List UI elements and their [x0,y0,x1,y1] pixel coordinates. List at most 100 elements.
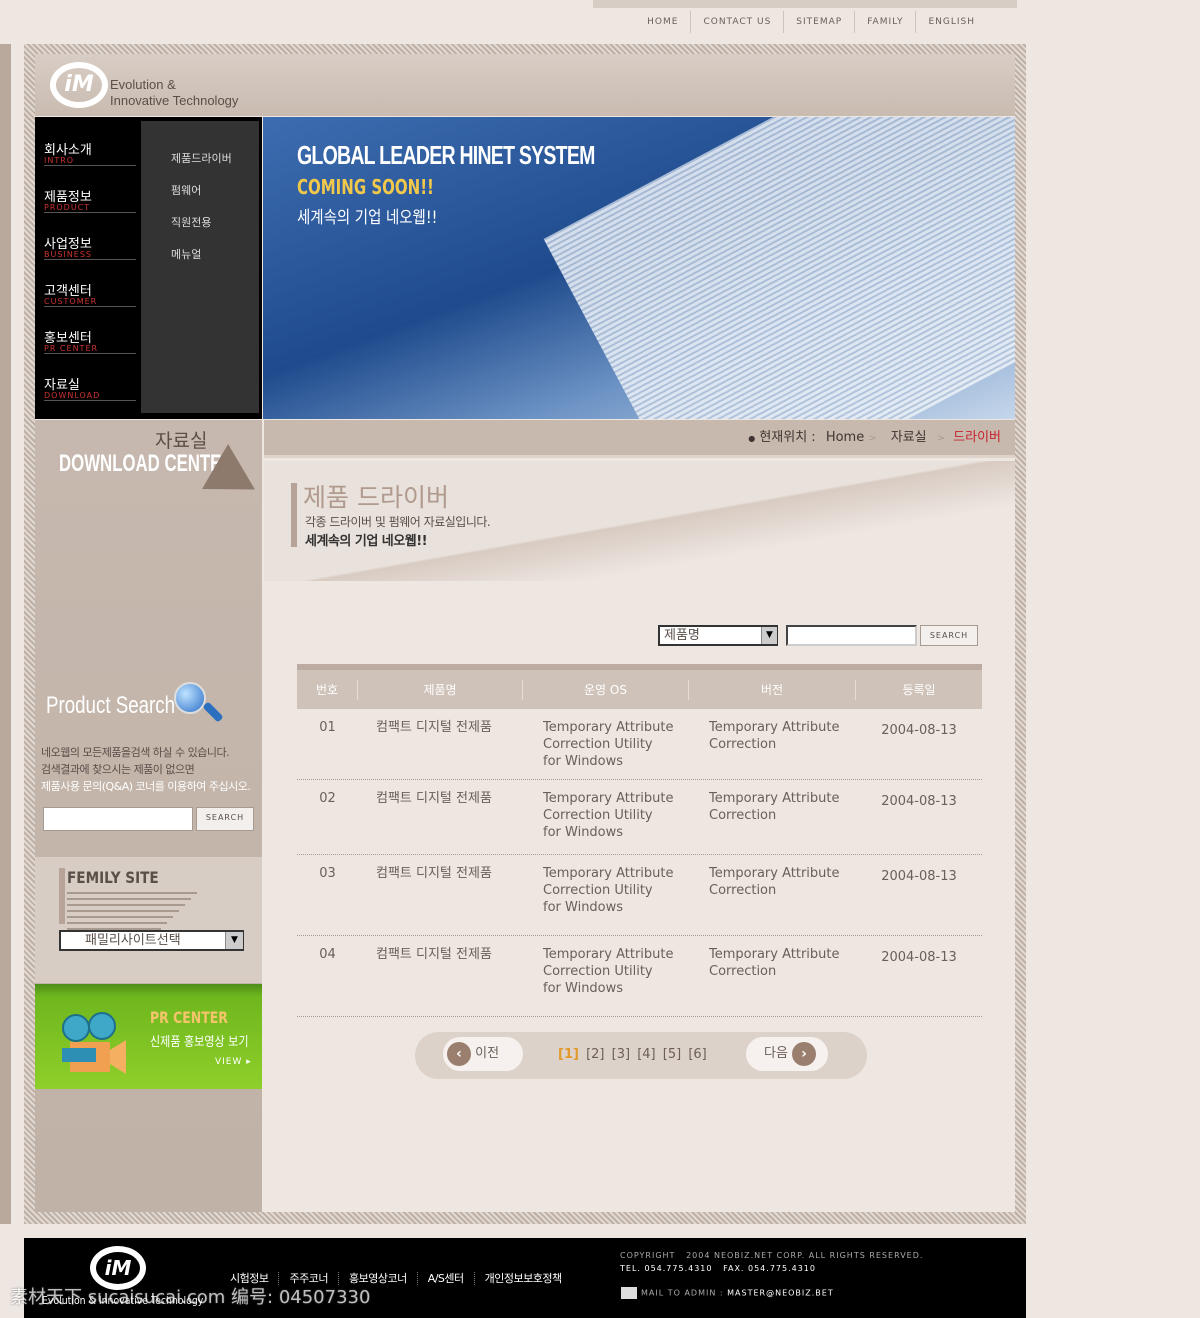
copyright-text: COPYRIGHT 2004 NEOBIZ.NET CORP. ALL RIGH… [620,1251,924,1260]
nav-item[interactable]: 고객센터 CUSTOMER [44,280,136,307]
nav-item[interactable]: 제품정보 PRODUCT [44,186,136,213]
play-icon: ▸ [246,1057,252,1067]
top-nav-sitemap[interactable]: SITEMAP [783,11,854,33]
version-line: Temporary Attribute [709,791,840,806]
cell-name[interactable]: 컴팩트 디지털 전제품 [358,790,523,854]
subnav-item[interactable]: 펌웨어 [171,182,201,198]
top-nav-english[interactable]: ENGLISH [915,11,987,33]
table-header: 번호 제품명 운영 OS 버전 등록일 [297,664,982,709]
os-line: for Windows [543,754,624,769]
page-desc: 각종 드라이버 및 펌웨어 자료실입니다. 세계속의 기업 네오웹!! [305,512,491,552]
cell-os: Temporary Attribute Correction Utility for… [523,865,689,935]
breadcrumb-home[interactable]: Home [826,430,864,445]
subnav-item[interactable]: 메뉴얼 [171,246,201,262]
banner-title: GLOBAL LEADER HINET SYSTEM [297,140,595,170]
nav-item[interactable]: 홍보센터 PR CENTER [44,327,136,354]
nav-item-en: PRODUCT [44,203,91,212]
download-table: 번호 제품명 운영 OS 버전 등록일 01 컴팩트 디지털 전제품 Tempo… [297,664,982,1017]
col-version: 버전 [689,679,856,700]
footer-link[interactable]: 개인정보보호정책 [473,1272,572,1285]
footer-link[interactable]: A/S센터 [416,1272,474,1285]
next-label: 다음 [764,1046,788,1061]
search-field-select[interactable]: 제품명 ▼ [658,625,778,646]
mail-label: MAIL TO ADMIN : [641,1288,724,1298]
desc-line: 제품사용 문의(Q&A) 코너를 이용하여 주십시오. [41,780,251,793]
breadcrumb: ● 현재위치 : Home > 자료실 > 드라이버 [264,420,1015,458]
prev-button[interactable]: ‹ 이전 [443,1037,523,1071]
cell-no: 02 [319,791,336,806]
top-nav: HOME CONTACT US SITEMAP FAMILY ENGLISH [593,0,1017,36]
page-link[interactable]: [6] [688,1047,706,1062]
desc-line: 네오웹의 모든제품을검색 하실 수 있습니다. [41,746,230,759]
page-numbers: [1] [2] [3] [4] [5] [6] [558,1047,707,1062]
title-bar [291,483,297,547]
cell-name[interactable]: 컴팩트 디지털 전제품 [358,719,523,779]
product-search-button[interactable]: SEARCH [196,807,254,831]
version-line: Temporary Attribute [709,720,840,735]
page-link[interactable]: [1] [558,1047,579,1062]
nav-item-en: BUSINESS [44,250,92,259]
nav-item[interactable]: 회사소개 INTRO [44,139,136,166]
nav-item[interactable]: 사업정보 BUSINESS [44,233,136,260]
subnav-item[interactable]: 직원전용 [171,214,211,230]
nav-item[interactable]: 자료실 DOWNLOAD [44,374,136,401]
table-row[interactable]: 04 컴팩트 디지털 전제품 Temporary Attribute Correc… [297,936,982,1017]
mail-admin[interactable]: MAIL TO ADMIN : MASTER@NEOBIZ.BET [621,1287,834,1299]
pr-center-title: PR CENTER [150,1008,228,1027]
projector-icon [62,1012,126,1074]
left-edge-bar [0,44,11,1224]
table-row[interactable]: 02 컴팩트 디지털 전제품 Temporary Attribute Correc… [297,780,982,855]
cell-name[interactable]: 컴팩트 디지털 전제품 [358,946,523,1016]
top-nav-home[interactable]: HOME [635,11,690,33]
product-search-title: Product Search [46,692,176,719]
breadcrumb-download[interactable]: 자료실 [891,430,927,445]
table-row[interactable]: 03 컴팩트 디지털 전제품 Temporary Attribute Correc… [297,855,982,936]
magnifier-icon [174,682,206,714]
col-name: 제품명 [358,679,523,700]
os-line: for Windows [543,900,624,915]
logo-line2: Innovative Technology [110,93,239,108]
pr-center-subtitle: 신제품 홍보영상 보기 [150,1035,249,1050]
cell-name[interactable]: 컴팩트 디지털 전제품 [358,865,523,935]
col-no: 번호 [297,679,358,700]
view-label: VIEW [215,1057,243,1067]
page-desc-line: 각종 드라이버 및 펌웨어 자료실입니다. [305,515,491,529]
next-button[interactable]: 다음 › [746,1037,828,1071]
top-nav-contact[interactable]: CONTACT US [690,11,783,33]
os-line: Correction Utility [543,964,653,979]
nav-item-en: PR CENTER [44,344,99,353]
family-site-bar [59,868,65,924]
os-line: for Windows [543,981,624,996]
contact-phone: TEL. 054.775.4310 FAX. 054.775.4310 [620,1264,816,1273]
nav-item-en: CUSTOMER [44,297,98,306]
os-line: Temporary Attribute [543,791,674,806]
prev-label: 이전 [475,1046,500,1061]
cell-version: Temporary Attribute Correction [689,790,856,854]
top-nav-family[interactable]: FAMILY [854,11,915,33]
page-link[interactable]: [5] [663,1047,681,1062]
family-site-select[interactable]: 패밀리사이트선택 ▼ [59,930,244,951]
table-row[interactable]: 01 컴팩트 디지털 전제품 Temporary Attribute Correc… [297,709,982,780]
product-search-input[interactable] [43,807,193,831]
search-input[interactable] [786,625,917,646]
version-line: Temporary Attribute [709,947,840,962]
subnav-item[interactable]: 제품드라이버 [171,150,232,166]
cell-version: Temporary Attribute Correction [689,865,856,935]
fineprint-line [67,892,197,894]
section-title-ko: 자료실 [155,430,208,452]
os-line: Temporary Attribute [543,947,674,962]
chevron-right-icon: › [792,1041,817,1066]
page-link[interactable]: [2] [586,1047,604,1062]
page-link[interactable]: [3] [612,1047,630,1062]
col-date: 등록일 [902,682,936,697]
cell-date: 2004-08-13 [881,723,957,738]
mail-address[interactable]: MASTER@NEOBIZ.BET [727,1289,834,1298]
chevron-right-icon: > [936,433,946,444]
pr-view-link[interactable]: VIEW ▸ [215,1057,252,1067]
logo[interactable]: iM [50,62,108,108]
chevron-down-icon: ▼ [225,932,243,949]
search-button[interactable]: SEARCH [920,625,978,646]
family-site-title: FEMILY SITE [67,868,159,887]
logo-line1: Evolution & [110,77,176,92]
page-link[interactable]: [4] [637,1047,655,1062]
